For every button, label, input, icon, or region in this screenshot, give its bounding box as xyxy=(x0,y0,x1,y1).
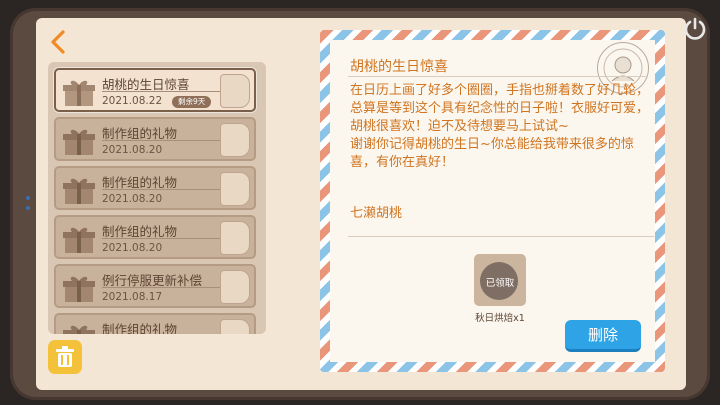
attachment-label: 秋日烘焙x1 xyxy=(475,313,525,324)
divider xyxy=(102,189,220,190)
gift-icon xyxy=(63,129,95,155)
sensor-dot xyxy=(26,196,30,200)
gift-icon xyxy=(63,80,95,106)
envelope-flap xyxy=(220,319,250,334)
back-button[interactable] xyxy=(48,28,68,56)
envelope-flap xyxy=(220,123,250,157)
mail-item-date: 2021.08.20 xyxy=(102,242,163,254)
attachment-item[interactable]: 已领取 xyxy=(474,254,526,306)
gift-icon xyxy=(63,178,95,204)
mail-item[interactable]: 制作组的礼物 2021.08.20 xyxy=(54,215,256,259)
gift-icon xyxy=(63,276,95,302)
mail-item[interactable]: 制作组的礼物 xyxy=(54,313,256,334)
expiry-badge: 剩余9天 xyxy=(172,96,212,108)
divider xyxy=(348,76,648,77)
divider xyxy=(102,91,220,92)
gift-icon xyxy=(63,325,95,334)
mail-item[interactable]: 制作组的礼物 2021.08.20 xyxy=(54,166,256,210)
claimed-status: 已领取 xyxy=(485,278,515,289)
letter-signature: 七濑胡桃 xyxy=(350,206,403,221)
divider xyxy=(102,238,220,239)
letter-body: 在日历上画了好多个圈圈，手指也掰着数了好几轮，总算是等到这个具有纪念性的日子啦！… xyxy=(350,83,650,170)
mail-item[interactable]: 制作组的礼物 2021.08.20 xyxy=(54,117,256,161)
letter-paper: 胡桃的生日惊喜 在日历上画了好多个圈圈，手指也掰着数了好几轮，总算是等到这个具有… xyxy=(330,40,655,362)
envelope-flap xyxy=(220,221,250,255)
mail-item-date: 2021.08.17 xyxy=(102,291,163,303)
envelope-flap xyxy=(220,270,250,304)
divider xyxy=(102,287,220,288)
delete-all-button[interactable] xyxy=(48,340,82,374)
divider xyxy=(102,140,220,141)
mail-item-date: 2021.08.20 xyxy=(102,193,163,205)
mail-item-title: 制作组的礼物 xyxy=(102,322,178,334)
sensor-dot xyxy=(26,206,30,210)
divider xyxy=(348,236,654,237)
trash-icon xyxy=(56,346,74,367)
mail-item[interactable]: 例行停服更新补偿 2021.08.17 xyxy=(54,264,256,308)
envelope-flap xyxy=(220,172,250,206)
letter-envelope: 胡桃的生日惊喜 在日历上画了好多个圈圈，手指也掰着数了好几轮，总算是等到这个具有… xyxy=(320,30,665,372)
mail-item-date: 2021.08.20 xyxy=(102,144,163,156)
mail-item-date: 2021.08.22 xyxy=(102,95,163,107)
delete-button[interactable]: 删除 xyxy=(565,320,641,352)
envelope-flap xyxy=(220,74,250,108)
gift-icon xyxy=(63,227,95,253)
power-icon[interactable] xyxy=(680,14,710,44)
chevron-left-icon xyxy=(51,30,65,54)
mail-item[interactable]: 胡桃的生日惊喜 2021.08.22 剩余9天 xyxy=(54,68,256,112)
letter-title: 胡桃的生日惊喜 xyxy=(350,59,448,75)
mail-list[interactable]: 胡桃的生日惊喜 2021.08.22 剩余9天 制作组的礼物 2021.08.2… xyxy=(48,62,266,334)
